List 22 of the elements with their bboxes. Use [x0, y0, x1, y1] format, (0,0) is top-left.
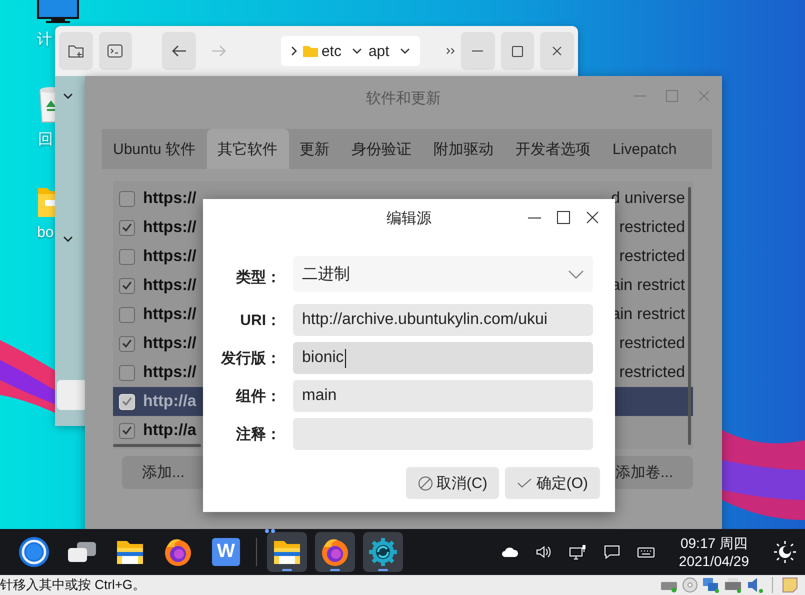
- field-label: 组件：: [234, 386, 281, 406]
- source-url: http://a: [143, 392, 196, 410]
- dialog-title: 编辑源: [386, 208, 432, 228]
- field-label: 发行版：: [220, 348, 281, 368]
- status-hint: 针移入其中或按 Ctrl+G。: [0, 576, 146, 594]
- source-url: https://: [143, 306, 196, 324]
- source-components: restricted: [619, 218, 685, 236]
- wps-icon: W: [212, 538, 240, 566]
- window-title: 软件和更新: [366, 88, 441, 108]
- source-components: restricted: [619, 248, 685, 266]
- source-components: restricted: [619, 334, 685, 352]
- source-url: https://: [143, 248, 196, 266]
- field-label: 注释：: [235, 424, 281, 444]
- source-url: https://: [143, 276, 196, 294]
- field-label: 类型：: [234, 268, 281, 286]
- source-url: https://: [143, 218, 196, 236]
- source-url: https://: [143, 364, 196, 382]
- source-url: https://: [143, 190, 196, 208]
- source-url: http://a: [143, 422, 196, 440]
- field-label: URI：: [239, 310, 281, 330]
- source-url: https://: [143, 334, 196, 352]
- source-components: restricted: [619, 364, 685, 382]
